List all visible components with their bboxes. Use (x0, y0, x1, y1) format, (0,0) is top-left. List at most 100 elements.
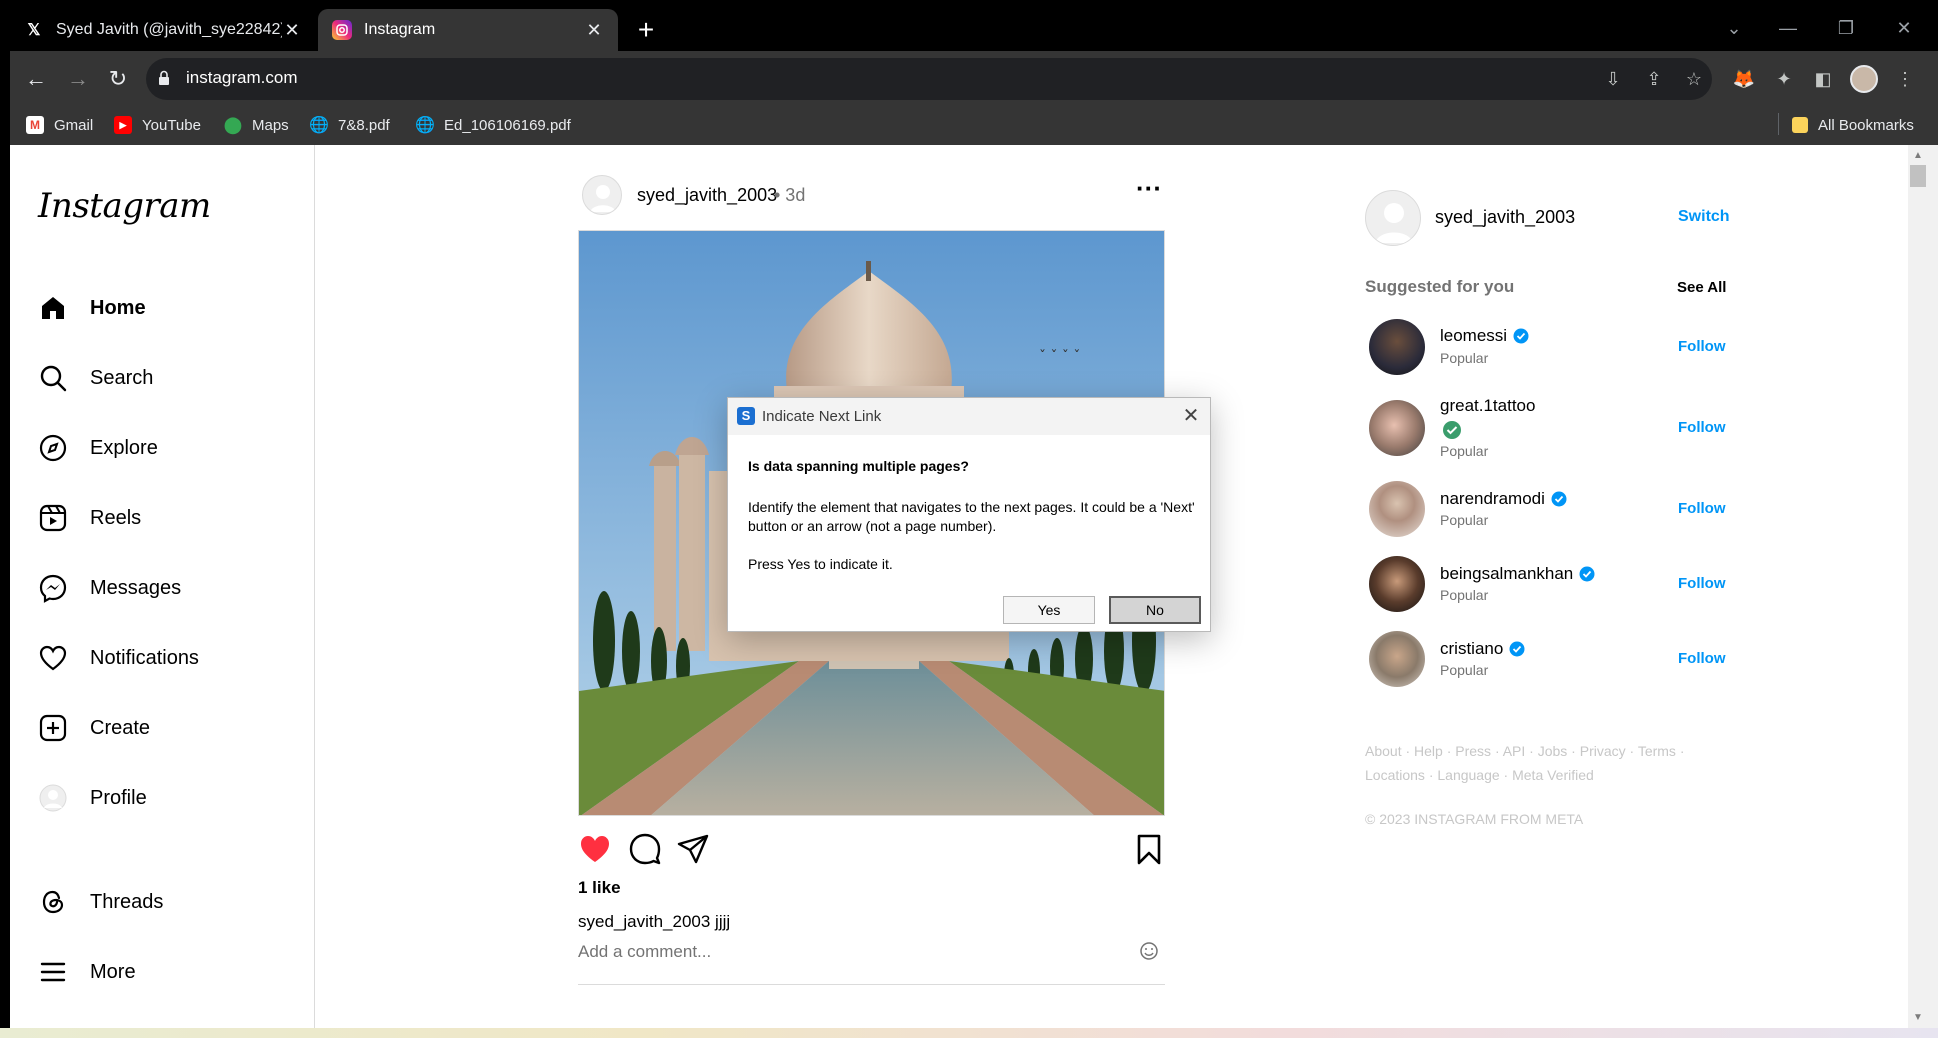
app-logo-icon: S (737, 407, 755, 425)
bookmark-pdf-1[interactable]: 🌐 7&8.pdf (309, 113, 390, 137)
reload-icon[interactable]: ↻ (102, 64, 134, 94)
post-author-username[interactable]: syed_javith_2003 (637, 185, 777, 206)
suggestion-username[interactable]: great.1tattoo (1440, 396, 1535, 416)
save-bookmark-icon[interactable] (1132, 832, 1166, 866)
back-arrow-icon[interactable]: ← (20, 64, 52, 94)
like-heart-icon[interactable] (578, 832, 612, 866)
suggestion-username[interactable]: narendramodi (1440, 489, 1545, 509)
suggestion-name[interactable]: leomessi (1440, 326, 1529, 346)
nav-label: Search (90, 366, 154, 389)
dialog-close-icon[interactable]: ✕ (1178, 404, 1204, 428)
suggestion-avatar[interactable] (1369, 556, 1425, 612)
bookmark-youtube[interactable]: ▶ YouTube (114, 113, 201, 137)
bookmark-label: Ed_106106169.pdf (444, 116, 571, 134)
nav-more[interactable]: More (38, 952, 136, 992)
folder-icon (1792, 117, 1808, 133)
verified-badge-icon (1513, 328, 1529, 344)
suggestion-username[interactable]: cristiano (1440, 639, 1503, 659)
bookmark-gmail[interactable]: M Gmail (26, 113, 93, 137)
scroll-down-arrow-icon[interactable]: ▼ (1910, 1012, 1926, 1026)
footer-links-line-2[interactable]: Locations · Language · Meta Verified (1365, 763, 1695, 787)
switch-account-button[interactable]: Switch (1678, 208, 1730, 226)
scroll-up-arrow-icon[interactable]: ▲ (1910, 150, 1926, 164)
suggestion-avatar[interactable] (1369, 631, 1425, 687)
share-send-icon[interactable] (676, 832, 710, 866)
post-author-avatar[interactable] (582, 175, 622, 215)
footer-links[interactable]: About · Help · Press · API · Jobs · Priv… (1365, 739, 1695, 787)
suggestion-avatar[interactable] (1369, 481, 1425, 537)
nav-home[interactable]: Home (38, 288, 146, 328)
nav-create[interactable]: Create (38, 708, 150, 748)
nav-threads[interactable]: Threads (38, 882, 163, 922)
close-window-button[interactable]: ✕ (1884, 12, 1924, 44)
follow-button[interactable]: Follow (1678, 419, 1726, 436)
avatar-icon (39, 784, 67, 812)
suggestion-name[interactable]: narendramodi (1440, 489, 1567, 509)
footer-links-line-1[interactable]: About · Help · Press · API · Jobs · Priv… (1365, 739, 1695, 763)
tab-close-icon[interactable]: ✕ (584, 20, 604, 41)
suggestion-name[interactable]: beingsalmankhan (1440, 564, 1595, 584)
url-text[interactable]: instagram.com (186, 68, 297, 88)
side-panel-icon[interactable]: ◧ (1810, 66, 1836, 92)
page-scrollbar[interactable] (1908, 145, 1938, 1030)
gmail-icon: M (26, 116, 44, 134)
bookmark-pdf-2[interactable]: 🌐 Ed_106106169.pdf (415, 113, 571, 137)
all-bookmarks-button[interactable]: All Bookmarks (1792, 113, 1914, 137)
suggestion-avatar[interactable] (1369, 400, 1425, 456)
follow-button[interactable]: Follow (1678, 500, 1726, 517)
profile-avatar-icon[interactable] (1850, 65, 1878, 93)
restore-button[interactable]: ❐ (1826, 12, 1866, 44)
youtube-icon: ▶ (114, 116, 132, 134)
follow-button[interactable]: Follow (1678, 650, 1726, 667)
plus-square-icon (39, 714, 67, 742)
no-button[interactable]: No (1109, 596, 1201, 624)
new-tab-button[interactable]: + (630, 14, 662, 46)
metamask-icon[interactable]: 🦊 (1731, 66, 1757, 92)
install-app-icon[interactable]: ⇩ (1600, 66, 1626, 92)
tab-close-icon[interactable]: ✕ (282, 20, 302, 41)
like-count[interactable]: 1 like (578, 878, 621, 898)
follow-button[interactable]: Follow (1678, 575, 1726, 592)
dialog-question: Is data spanning multiple pages? (748, 458, 969, 474)
follow-button[interactable]: Follow (1678, 338, 1726, 355)
share-icon[interactable]: ⇪ (1641, 66, 1667, 92)
instagram-logo[interactable]: Instagram (38, 186, 211, 226)
see-all-button[interactable]: See All (1677, 279, 1726, 296)
address-bar[interactable] (146, 58, 1712, 100)
lock-icon (159, 70, 169, 85)
suggestion-name[interactable]: great.1tattoo (1440, 396, 1535, 416)
suggestion-name[interactable]: cristiano (1440, 639, 1525, 659)
post-options-icon[interactable]: ··· (1136, 175, 1162, 206)
messenger-icon (39, 574, 67, 603)
emoji-icon[interactable] (1139, 941, 1159, 961)
forward-arrow-icon[interactable]: → (62, 64, 94, 94)
nav-explore[interactable]: Explore (38, 428, 158, 468)
instagram-icon (332, 20, 352, 40)
extensions-icon[interactable]: ✦ (1771, 66, 1797, 92)
tab-search-icon[interactable]: ⌄ (1714, 12, 1754, 44)
nav-messages[interactable]: Messages (38, 568, 181, 608)
comment-icon[interactable] (628, 832, 662, 866)
bookmark-maps[interactable]: ⬤ Maps (224, 113, 289, 137)
suggestion-avatar[interactable] (1369, 319, 1425, 375)
svg-text:ˇ ˇ ˇ ˇ: ˇ ˇ ˇ ˇ (1039, 349, 1080, 365)
current-user-name[interactable]: syed_javith_2003 (1435, 207, 1575, 228)
nav-search[interactable]: Search (38, 358, 153, 398)
nav-reels[interactable]: Reels (38, 498, 141, 538)
tab-twitter[interactable]: 𝕏 Syed Javith (@javith_sye22842) / ✕ (10, 9, 316, 51)
scrollbar-thumb[interactable] (1910, 165, 1926, 187)
yes-button[interactable]: Yes (1003, 596, 1095, 624)
globe-icon: 🌐 (309, 117, 329, 134)
bookmark-star-icon[interactable]: ☆ (1681, 66, 1707, 92)
post-timestamp[interactable]: • 3d (774, 185, 805, 206)
nav-profile[interactable]: Profile (38, 778, 147, 818)
tab-instagram[interactable]: Instagram ✕ (318, 9, 618, 51)
nav-label: Create (90, 716, 151, 739)
minimize-button[interactable]: — (1768, 12, 1808, 44)
suggestion-username[interactable]: beingsalmankhan (1440, 564, 1573, 584)
add-comment-input[interactable]: Add a comment... (578, 942, 711, 962)
kebab-menu-icon[interactable]: ⋮ (1892, 66, 1918, 92)
suggestion-username[interactable]: leomessi (1440, 326, 1507, 346)
nav-notifications[interactable]: Notifications (38, 638, 199, 678)
current-user-avatar[interactable] (1365, 190, 1421, 246)
